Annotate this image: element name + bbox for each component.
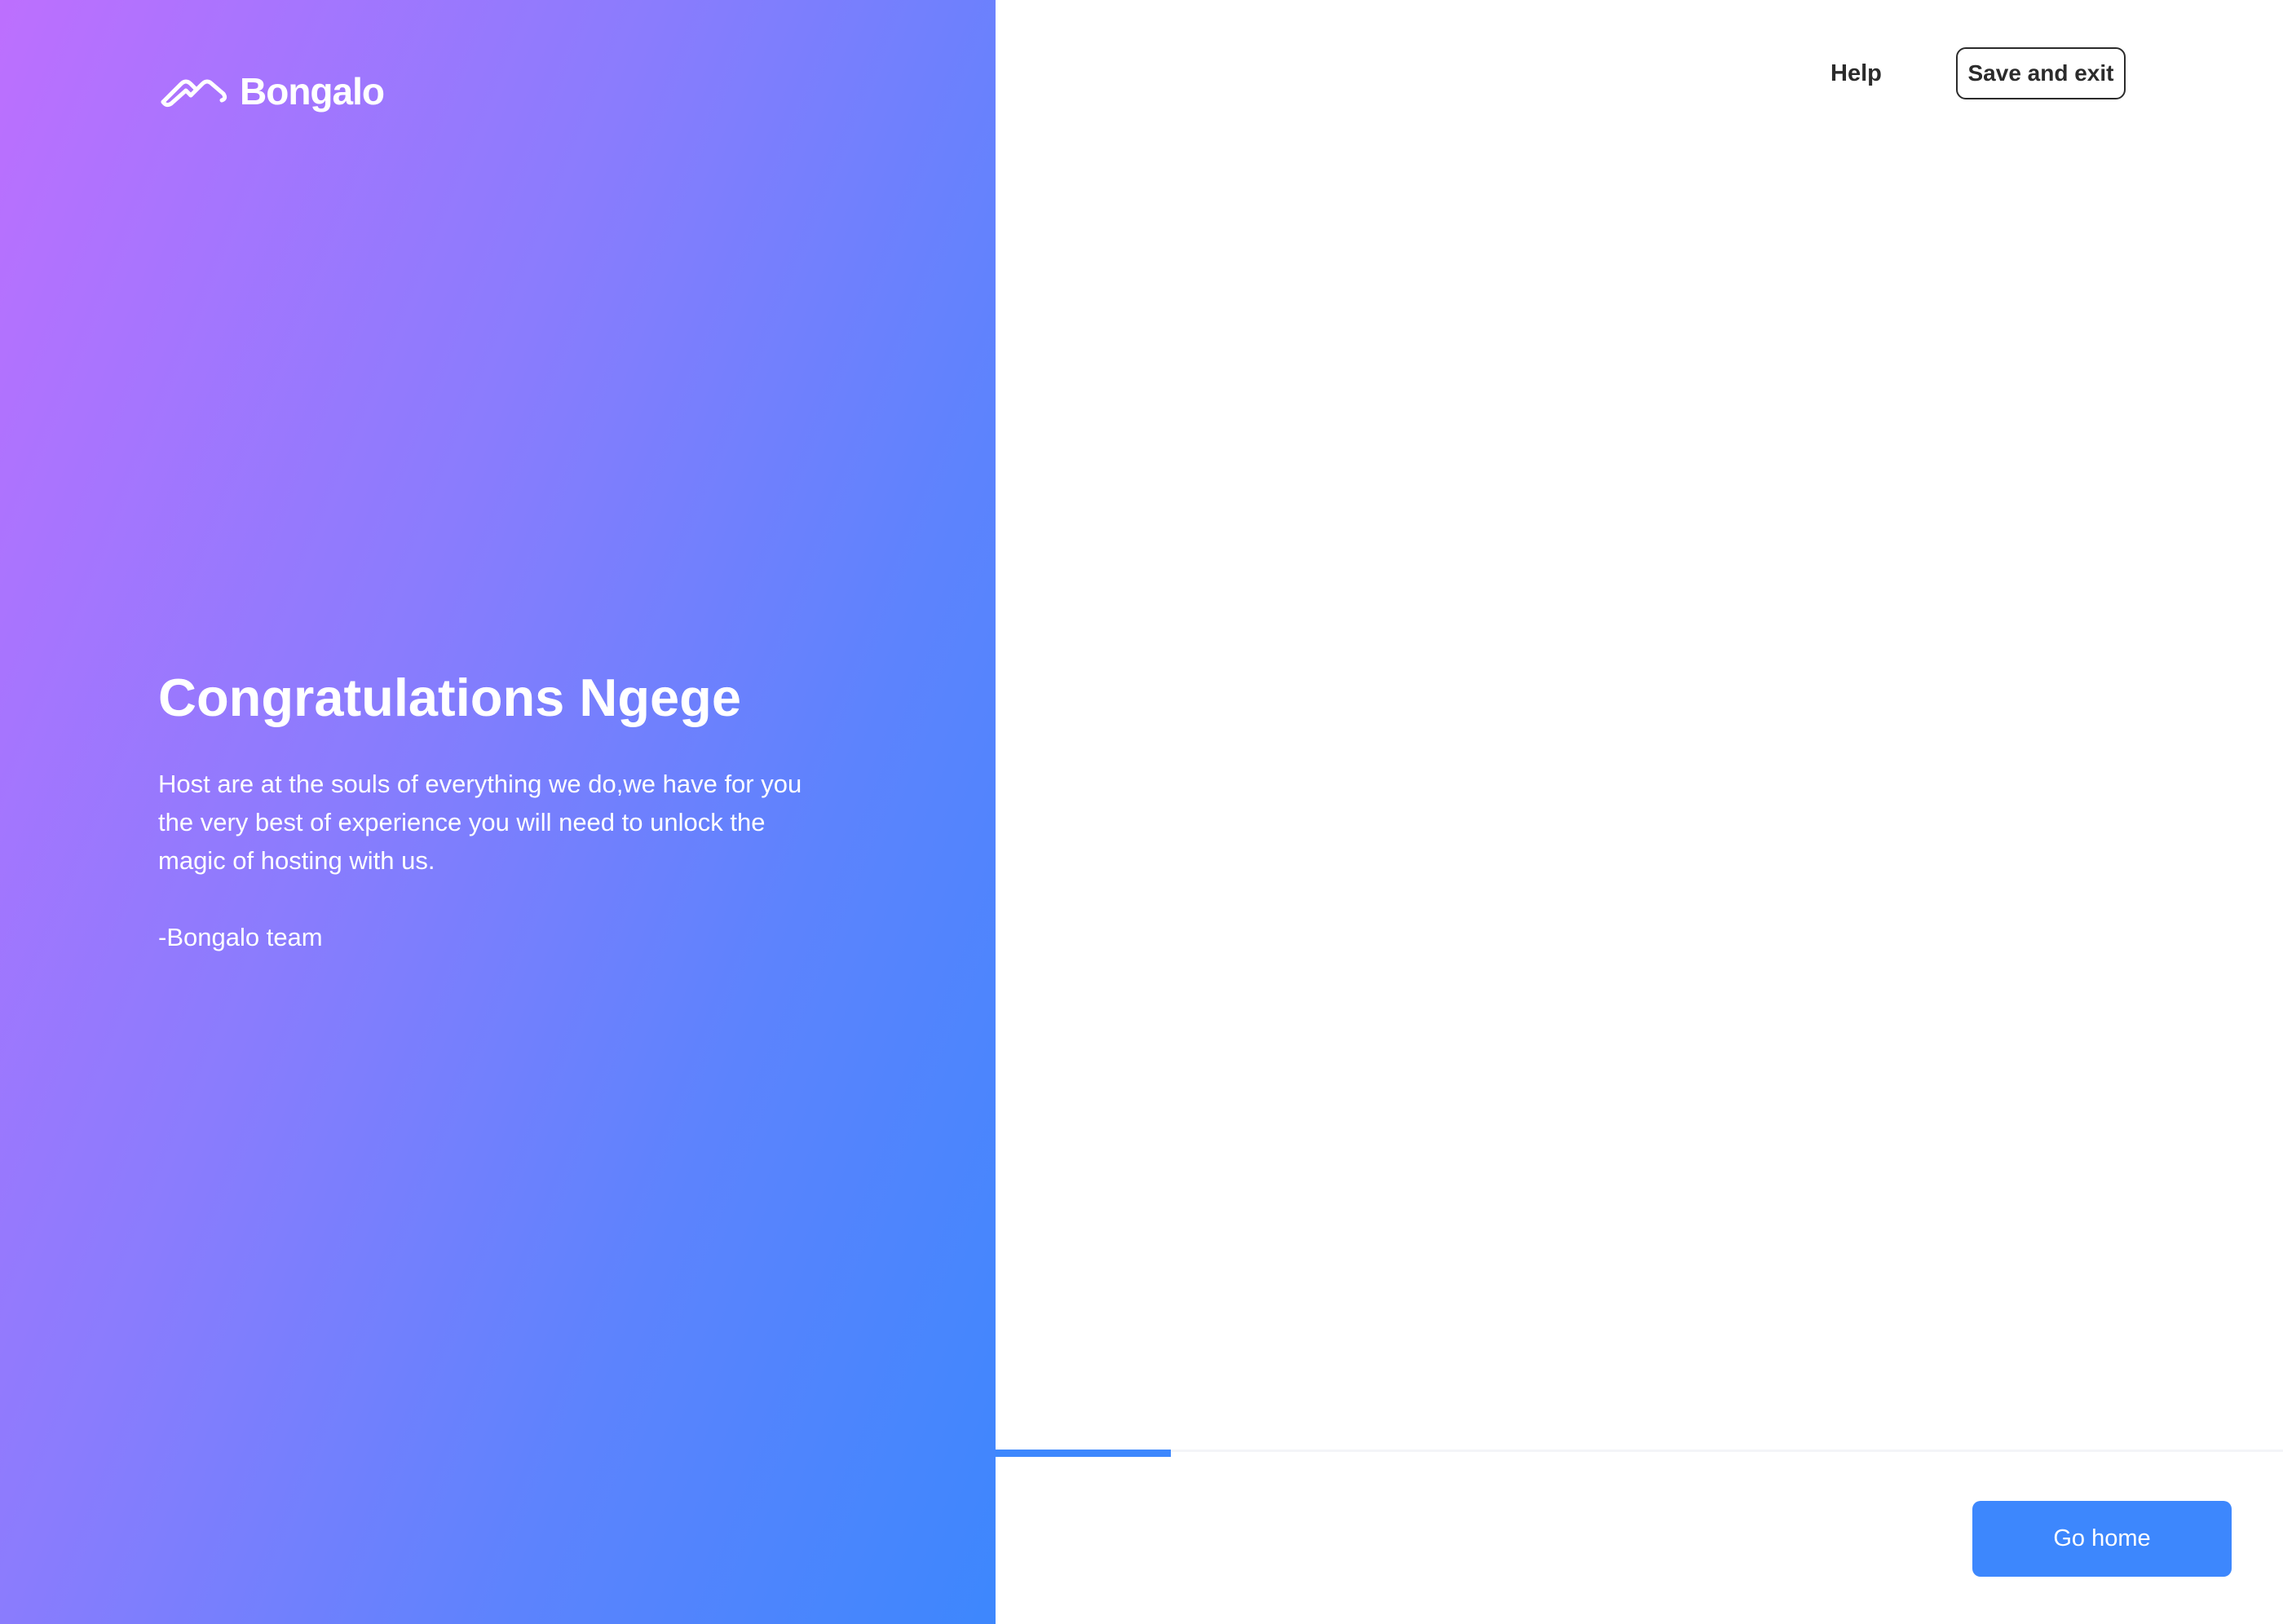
help-link[interactable]: Help [1830,55,1882,91]
page-title: Congratulations Ngege [158,668,742,727]
hero-panel: Bongalo Congratulations Ngege Host are a… [0,0,996,1624]
welcome-message: Host are at the souls of everything we d… [158,770,802,875]
save-and-exit-button[interactable]: Save and exit [1956,47,2126,99]
team-signature: -Bongalo team [158,923,323,951]
go-home-button[interactable]: Go home [1972,1501,2232,1577]
brand-logo[interactable]: Bongalo [158,68,385,114]
progress-bar-fill [996,1450,1171,1457]
progress-bar [996,1450,2283,1457]
bongalo-roof-icon [161,79,227,108]
brand-name: Bongalo [240,70,385,113]
